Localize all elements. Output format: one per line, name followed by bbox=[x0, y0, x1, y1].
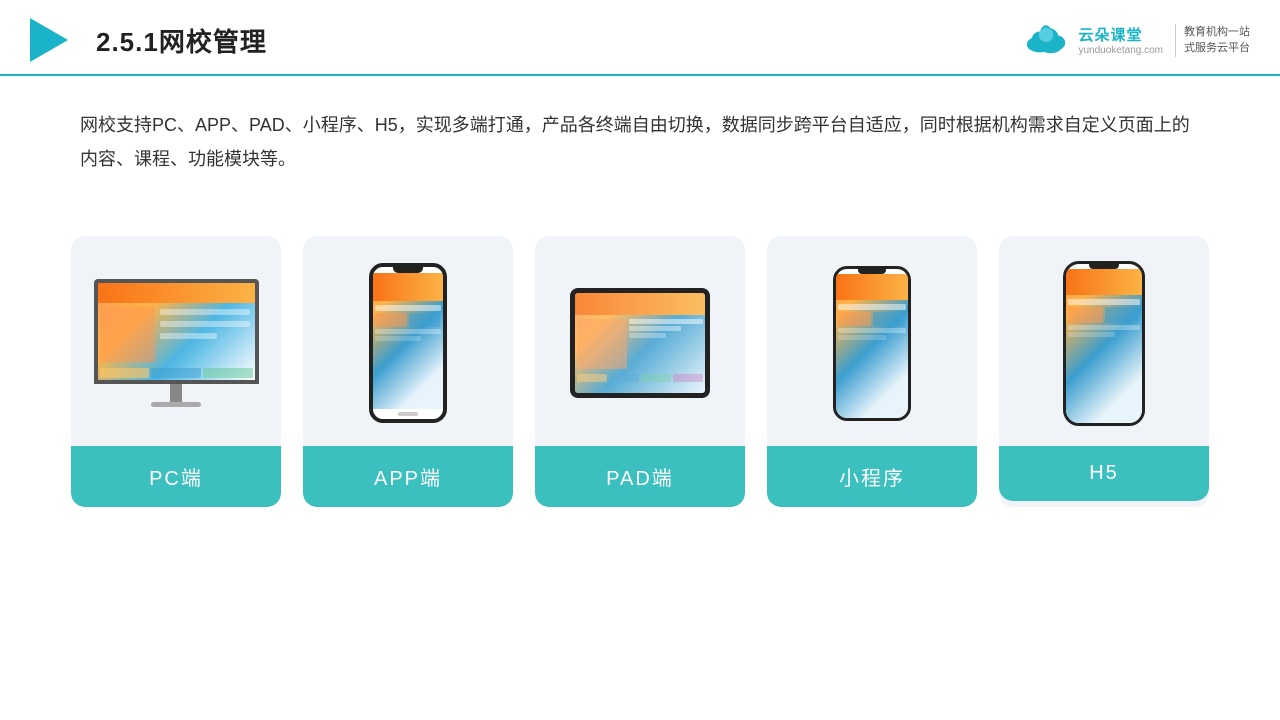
pad-device-mock bbox=[570, 288, 710, 398]
pad-screen bbox=[575, 293, 705, 393]
pc-device-mock bbox=[94, 279, 259, 407]
card-h5: H5 bbox=[999, 236, 1209, 507]
h5-screen bbox=[1066, 269, 1142, 423]
card-app-image bbox=[303, 236, 513, 446]
phone-screen bbox=[373, 273, 443, 409]
description-text: 网校支持PC、APP、PAD、小程序、H5，实现多端打通，产品各终端自由切换，数… bbox=[80, 115, 1190, 169]
logo-area: 云朵课堂 yunduoketang.com 教育机构一站 式服务云平台 bbox=[1022, 22, 1250, 58]
page-title: 2.5.1网校管理 bbox=[96, 22, 267, 59]
logo-url: yunduoketang.com bbox=[1078, 45, 1163, 56]
logo-slogan-line1: 教育机构一站 bbox=[1184, 24, 1250, 41]
card-miniapp-label: 小程序 bbox=[767, 446, 977, 507]
card-pc: PC端 bbox=[71, 236, 281, 507]
card-pad-image bbox=[535, 236, 745, 446]
logo-text-block: 云朵课堂 yunduoketang.com bbox=[1078, 24, 1163, 56]
phone-home-button bbox=[398, 412, 418, 416]
cloud-icon bbox=[1022, 22, 1070, 58]
play-icon bbox=[30, 18, 68, 62]
logo-slogan-line2: 式服务云平台 bbox=[1184, 40, 1250, 57]
header: 2.5.1网校管理 云朵课堂 yunduoketang.com 教育机构一站 式… bbox=[0, 0, 1280, 76]
card-app-label: APP端 bbox=[303, 446, 513, 507]
app-phone-mock bbox=[369, 263, 447, 423]
cards-area: PC端 APP端 bbox=[0, 196, 1280, 537]
card-app: APP端 bbox=[303, 236, 513, 507]
card-miniapp-image bbox=[767, 236, 977, 446]
card-pad: PAD端 bbox=[535, 236, 745, 507]
card-h5-label: H5 bbox=[999, 446, 1209, 501]
card-pc-label: PC端 bbox=[71, 446, 281, 507]
logo-cloud bbox=[1022, 22, 1070, 58]
logo-slogan: 教育机构一站 式服务云平台 bbox=[1175, 24, 1250, 57]
card-miniapp: 小程序 bbox=[767, 236, 977, 507]
card-pc-image bbox=[71, 236, 281, 446]
card-pad-label: PAD端 bbox=[535, 446, 745, 507]
miniapp-phone-mock bbox=[833, 266, 911, 421]
miniapp-screen bbox=[836, 274, 908, 418]
h5-phone-mock bbox=[1063, 261, 1145, 426]
logo-name: 云朵课堂 bbox=[1078, 24, 1142, 45]
description: 网校支持PC、APP、PAD、小程序、H5，实现多端打通，产品各终端自由切换，数… bbox=[0, 76, 1280, 186]
card-h5-image bbox=[999, 236, 1209, 446]
header-left: 2.5.1网校管理 bbox=[30, 18, 267, 62]
pc-screen bbox=[94, 279, 259, 384]
